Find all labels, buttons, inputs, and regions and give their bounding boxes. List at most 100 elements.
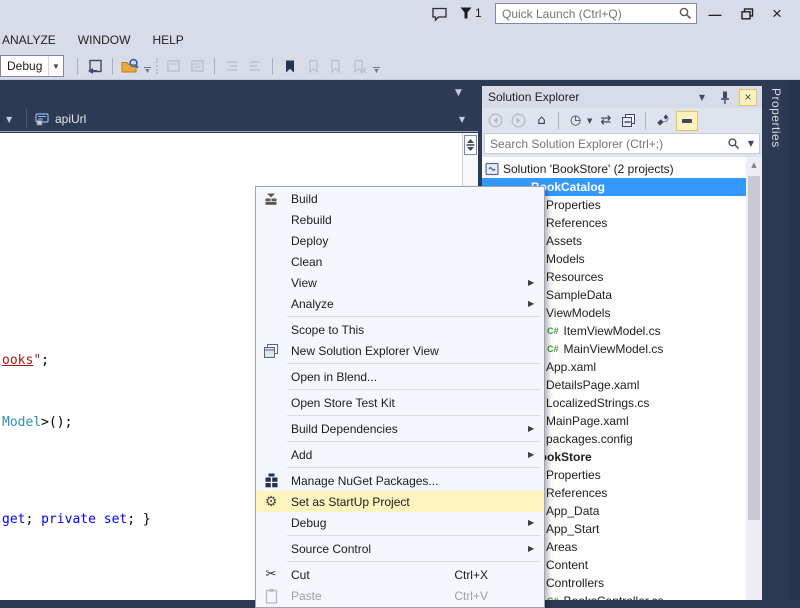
toolbar-options-icon[interactable]: ▼ (144, 57, 151, 75)
private-field-icon (35, 112, 49, 126)
scroll-up-icon[interactable]: ▲ (746, 157, 762, 172)
solution-configurations-dropdown[interactable]: Debug ▼ (0, 55, 64, 77)
scissors-icon: ✂ (266, 567, 277, 582)
menu-item-clean[interactable]: Clean (256, 251, 544, 272)
scrollbar-thumb[interactable] (748, 176, 760, 520)
notifications-button[interactable]: 1 (459, 6, 482, 20)
restore-button[interactable] (734, 3, 760, 25)
menu-help[interactable]: HELP (141, 29, 194, 51)
menu-item-open-in-blend[interactable]: Open in Blend... (256, 366, 544, 387)
menu-item-new-solution-explorer-view[interactable]: New Solution Explorer View (256, 340, 544, 361)
menu-item-add[interactable]: Add▶ (256, 444, 544, 465)
submenu-arrow-icon: ▶ (528, 278, 542, 287)
chevron-down-icon[interactable]: ▼ (587, 117, 592, 125)
submenu-arrow-icon: ▶ (528, 544, 542, 553)
project-context-menu: Build Rebuild Deploy Clean View▶ Analyze… (255, 186, 545, 608)
chevron-down-icon: ▼ (459, 115, 465, 124)
toolbar-separator (272, 58, 273, 75)
chevron-down-icon: ▼ (6, 115, 12, 124)
minimize-button[interactable]: — (702, 3, 728, 25)
menu-bar: ANALYZE WINDOW HELP (0, 28, 800, 52)
debug-config-label: Debug (1, 59, 48, 73)
feedback-icon[interactable] (431, 6, 448, 22)
current-member-label: apiUrl (55, 112, 86, 126)
chevron-down-icon: ▼ (48, 56, 63, 76)
solution-explorer-scrollbar[interactable]: ▲ (746, 157, 762, 600)
menu-separator (287, 389, 541, 390)
menu-item-build[interactable]: Build (256, 188, 544, 209)
increase-indent-icon (246, 57, 264, 75)
back-icon (486, 111, 505, 130)
next-bookmark-icon (327, 57, 345, 75)
menu-item-debug[interactable]: Debug▶ (256, 512, 544, 533)
toolbar-separator (77, 58, 78, 75)
tab-overflow-icon[interactable]: ▼ (455, 88, 462, 98)
right-dock-strip: Properties (762, 80, 800, 600)
shortcut-label: Ctrl+V (454, 589, 528, 603)
menu-analyze[interactable]: ANALYZE (0, 29, 67, 51)
search-icon[interactable] (727, 137, 740, 150)
properties-wrench-icon[interactable] (653, 111, 672, 130)
toggle-bookmark-icon[interactable] (281, 57, 299, 75)
menu-item-manage-nuget-packages[interactable]: Manage NuGet Packages... (256, 470, 544, 491)
toolbar-options-icon[interactable]: ▼ (373, 57, 380, 75)
csharp-file-icon: C# (547, 340, 559, 358)
types-dropdown[interactable]: ▼ (0, 109, 27, 129)
pending-changes-filter-icon[interactable]: ◷ (566, 111, 585, 130)
menu-separator (287, 363, 541, 364)
solution-explorer-search: ▼ (482, 133, 762, 157)
menu-item-analyze[interactable]: Analyze▶ (256, 293, 544, 314)
chevron-down-icon[interactable]: ▼ (748, 139, 754, 148)
close-panel-button[interactable]: × (739, 89, 757, 106)
toolbar-separator (112, 58, 113, 75)
notifications-icon (459, 6, 473, 20)
quick-launch-input[interactable] (495, 3, 697, 24)
menu-item-scope-to-this[interactable]: Scope to This (256, 319, 544, 340)
preview-selected-items-toggle[interactable] (676, 111, 698, 131)
clear-bookmarks-icon (350, 57, 368, 75)
sync-with-active-document-icon[interactable]: ⇄ (596, 111, 615, 130)
menu-item-view[interactable]: View▶ (256, 272, 544, 293)
menu-item-cut[interactable]: ✂ Cut Ctrl+X (256, 564, 544, 585)
vs-main-window: { "window": { "quick_launch_placeholder"… (0, 0, 800, 600)
find-in-files-icon[interactable] (121, 57, 139, 75)
window-position-icon[interactable]: ▼ (693, 89, 711, 106)
tab-properties[interactable]: Properties (769, 88, 783, 148)
pin-icon[interactable] (716, 89, 734, 106)
menu-item-source-control[interactable]: Source Control▶ (256, 538, 544, 559)
attach-to-process-icon[interactable] (86, 57, 104, 75)
menu-item-rebuild[interactable]: Rebuild (256, 209, 544, 230)
menu-item-deploy[interactable]: Deploy (256, 230, 544, 251)
code-line: ooks"; (2, 353, 49, 368)
quick-launch-box[interactable] (495, 3, 697, 24)
minimize-icon: — (709, 7, 722, 22)
members-dropdown[interactable]: apiUrl ▼ (31, 109, 471, 129)
shortcut-label: Ctrl+X (454, 568, 528, 582)
splitter-handle[interactable] (464, 135, 477, 155)
submenu-arrow-icon: ▶ (528, 518, 542, 527)
close-icon: × (772, 4, 782, 24)
home-icon[interactable]: ⌂ (532, 111, 551, 130)
preview-icon (682, 119, 692, 123)
standard-toolbar: Debug ▼ ▼ (0, 52, 800, 80)
menu-item-paste: Paste Ctrl+V (256, 585, 544, 606)
menu-item-build-dependencies[interactable]: Build Dependencies▶ (256, 418, 544, 439)
tree-item-solution[interactable]: Solution 'BookStore' (2 projects) (482, 160, 746, 178)
split-arrows-icon (466, 139, 475, 151)
search-solution-explorer-input[interactable] (484, 133, 760, 154)
menu-item-set-as-startup-project[interactable]: ⚙ Set as StartUp Project (256, 491, 544, 512)
collapse-all-icon[interactable] (619, 111, 638, 130)
solution-explorer-title-bar[interactable]: Solution Explorer ▼ × (482, 86, 762, 108)
menu-window[interactable]: WINDOW (67, 29, 142, 51)
menu-item-open-store-test-kit[interactable]: Open Store Test Kit (256, 392, 544, 413)
code-line: get; private set; } (2, 512, 151, 527)
clipboard-icon (256, 588, 286, 604)
menu-separator (287, 415, 541, 416)
previous-bookmark-icon (304, 57, 322, 75)
new-solution-explorer-view-icon (256, 343, 286, 359)
solution-explorer-toolbar: ⌂ ◷ ▼ ⇄ (482, 108, 762, 133)
submenu-arrow-icon: ▶ (528, 424, 542, 433)
dock-strip-shade (789, 80, 800, 600)
close-button[interactable]: × (764, 3, 790, 25)
toolbar-grip[interactable] (156, 58, 160, 74)
